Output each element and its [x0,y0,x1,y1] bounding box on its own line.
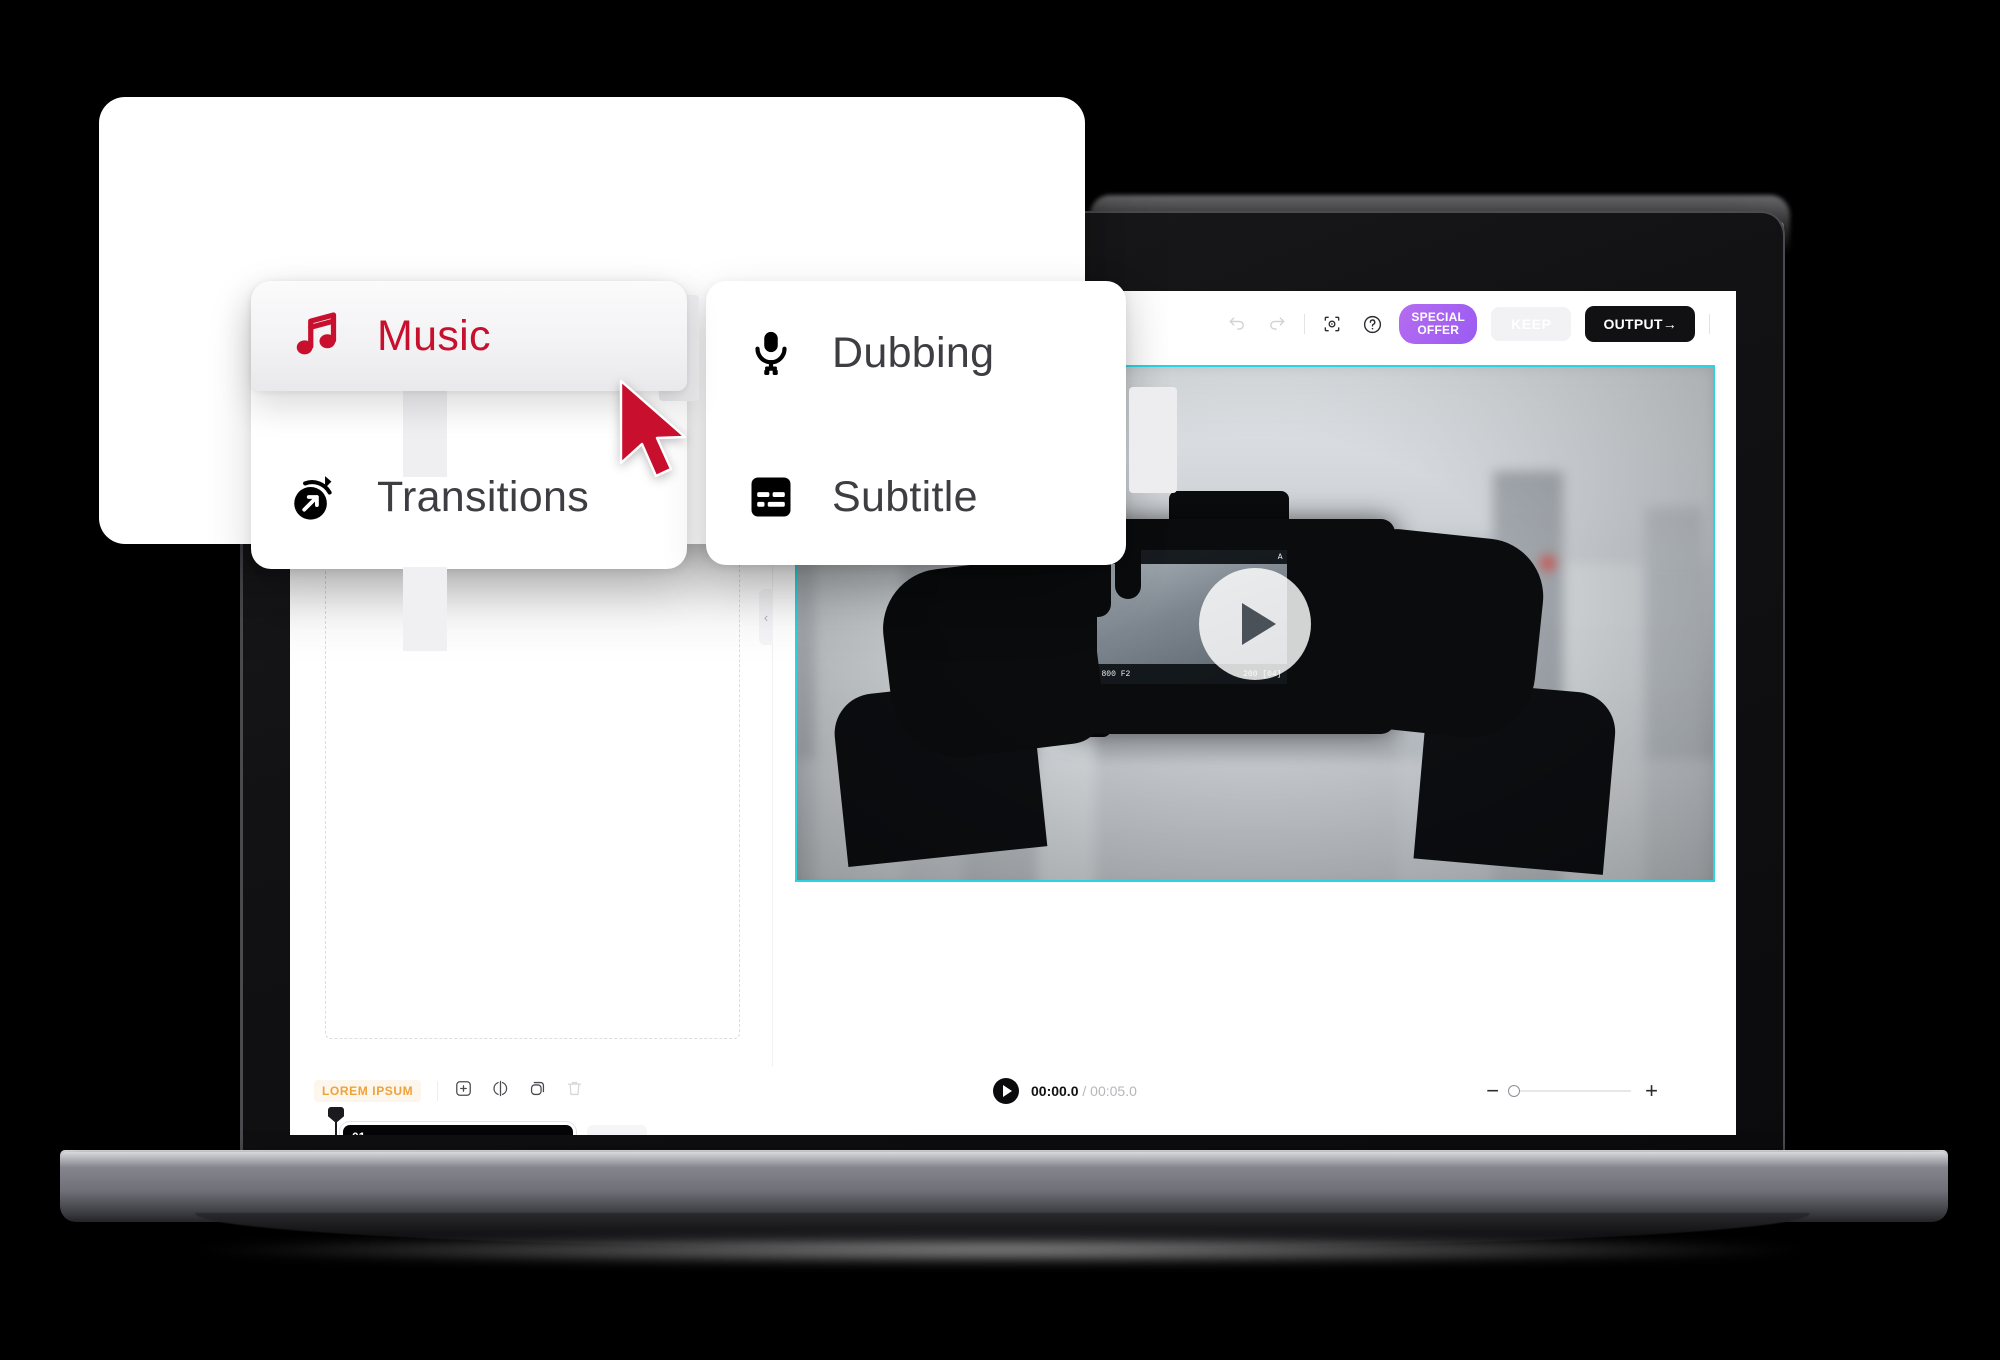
zoom-slider-knob[interactable] [1508,1085,1521,1097]
menu-item-music[interactable]: Music [251,281,687,391]
music-note-icon [285,305,347,367]
split-icon[interactable] [491,1079,510,1103]
transition-icon [285,466,347,528]
screenshot-stage: UPLOAD FILES ⌄ RECORDING ⌄ 16:9 ⌄ Untitl… [0,0,2000,1360]
laptop-base-glow [200,1235,1800,1265]
output-button[interactable]: OUTPUT→ [1585,306,1695,342]
toolbar-divider [1709,314,1710,334]
delete-icon[interactable] [565,1079,584,1103]
laptop-base [60,1152,1948,1222]
help-icon[interactable] [1359,311,1385,337]
timeline-tracks: 01 + ADD AUDIO [290,1107,1736,1135]
feature-card-right: Dubbing Subtitle [706,281,1126,565]
capture-icon[interactable] [1319,311,1345,337]
playhead-handle[interactable] [328,1107,344,1123]
time-separator: / [1078,1083,1091,1099]
timeline-divider [437,1081,439,1101]
menu-ghost-stem-2 [403,567,447,651]
duplicate-icon[interactable] [528,1079,547,1103]
timeline-toolbar: LOREM IPSUM [290,1067,773,1115]
project-chip[interactable]: LOREM IPSUM [314,1080,422,1102]
play-icon [1242,602,1276,645]
menu-item-label: Subtitle [832,472,978,521]
menu-item-label: Dubbing [832,328,995,377]
play-pause-button[interactable] [993,1078,1019,1104]
panel-collapse-button[interactable]: ‹ [759,589,773,645]
current-time: 00:00.0 [1031,1083,1079,1099]
feature-menu-overlay: Transitions Dubbing Subtitle Music [99,97,1177,651]
menu-item-subtitle[interactable]: Subtitle [706,425,1126,569]
special-offer-line2: OFFER [1417,323,1460,337]
microphone-icon [740,322,802,384]
video-clip[interactable]: 01 [343,1125,573,1135]
menu-item-label: Transitions [377,472,590,521]
add-clip-button[interactable]: + [587,1125,647,1135]
player-controls: 00:00.0 / 00:05.0 − + [773,1067,1736,1115]
play-icon [1003,1085,1012,1097]
special-offer-badge[interactable]: SPECIAL OFFER [1399,304,1478,344]
menu-item-label: Music [377,311,491,360]
menu-ghost-stem [403,389,447,477]
undo-button[interactable] [1224,311,1250,337]
total-time: 00:05.0 [1090,1083,1137,1099]
clip-number: 01 [343,1125,573,1135]
zoom-slider[interactable] [1508,1085,1632,1097]
zoom-in-button[interactable]: + [1645,1080,1658,1102]
preview-play-button[interactable] [1198,567,1311,680]
toolbar-divider [1304,314,1306,334]
redo-button[interactable] [1264,311,1290,337]
keep-button[interactable]: KEEP [1491,307,1572,341]
mouse-cursor [615,377,711,490]
subtitle-icon [740,466,802,528]
menu-item-dubbing[interactable]: Dubbing [706,281,1126,425]
playhead[interactable] [328,1107,344,1135]
time-display: 00:00.0 / 00:05.0 [1031,1083,1137,1099]
menu-ghost-tab-2 [1129,387,1177,493]
zoom-out-button[interactable]: − [1486,1080,1499,1102]
add-icon[interactable] [454,1079,473,1103]
